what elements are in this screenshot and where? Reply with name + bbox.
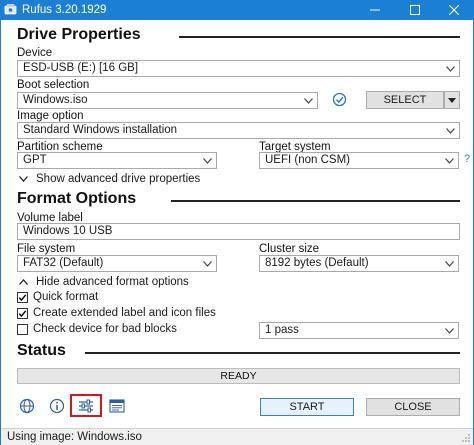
maximize-icon: [410, 5, 420, 15]
caret-down-icon: [448, 98, 456, 103]
select-mode-dropdown-button[interactable]: [444, 91, 460, 109]
log-button[interactable]: [108, 397, 126, 415]
resize-grip-icon[interactable]: [461, 433, 471, 443]
title-bar: Rufus 3.20.1929: [0, 0, 474, 20]
chevron-down-icon: [203, 261, 212, 267]
device-dropdown[interactable]: ESD-USB (E:) [16 GB]: [17, 60, 460, 77]
file-system-label: File system: [17, 243, 76, 255]
about-button[interactable]: [48, 397, 66, 415]
close-window-button[interactable]: [434, 0, 474, 20]
device-label: Device: [17, 47, 53, 59]
chevron-up-icon: [19, 279, 28, 285]
cluster-size-value: 8192 bytes (Default): [265, 257, 369, 269]
status-bar: Using image: Windows.iso: [1, 428, 473, 445]
status-progress-bar: READY: [17, 368, 460, 384]
extended-label-label: Create extended label and icon files: [33, 307, 216, 319]
section-divider: [179, 36, 460, 38]
boot-selection-dropdown[interactable]: Windows.iso: [17, 92, 318, 109]
target-system-value: UEFI (non CSM): [265, 154, 350, 166]
close-icon: [449, 5, 459, 15]
boot-selection-label: Boot selection: [17, 79, 90, 91]
volume-label-input[interactable]: Windows 10 USB: [17, 223, 460, 240]
chevron-down-icon: [446, 66, 455, 72]
chevron-down-icon: [203, 158, 212, 164]
drive-properties-heading: Drive Properties: [17, 26, 141, 43]
help-icon[interactable]: ?: [464, 153, 470, 165]
file-system-dropdown[interactable]: FAT32 (Default): [17, 255, 217, 272]
checkmark-icon: [18, 293, 27, 301]
chevron-down-icon: [304, 98, 313, 104]
window-title: Rufus 3.20.1929: [22, 4, 107, 16]
quick-format-box[interactable]: [17, 291, 28, 303]
cluster-size-dropdown[interactable]: 8192 bytes (Default): [259, 255, 459, 272]
minimize-button[interactable]: [355, 0, 395, 20]
chevron-down-icon: [19, 176, 28, 182]
quick-format-label: Quick format: [33, 291, 99, 303]
status-bar-text: Using image: Windows.iso: [7, 431, 142, 443]
info-icon: [49, 398, 65, 414]
partition-scheme-dropdown[interactable]: GPT: [17, 152, 217, 169]
status-heading: Status: [17, 342, 66, 359]
file-system-value: FAT32 (Default): [23, 257, 104, 269]
status-text: READY: [220, 370, 257, 382]
target-system-dropdown[interactable]: UEFI (non CSM): [259, 152, 459, 169]
partition-scheme-value: GPT: [23, 154, 47, 166]
passes-value: 1 pass: [265, 324, 299, 336]
image-option-value: Standard Windows installation: [23, 124, 178, 136]
settings-highlight-box: [70, 394, 102, 417]
passes-dropdown[interactable]: 1 pass: [259, 322, 459, 339]
start-button[interactable]: START: [260, 398, 354, 416]
verify-checkmark-icon[interactable]: [332, 92, 347, 107]
extended-label-checkbox[interactable]: Create extended label and icon files: [17, 307, 216, 319]
bad-blocks-label: Check device for bad blocks: [33, 323, 177, 335]
boot-selection-value: Windows.iso: [23, 94, 88, 106]
section-divider: [85, 352, 460, 354]
checkmark-icon: [18, 309, 27, 317]
select-image-button[interactable]: SELECT: [366, 91, 444, 109]
close-button[interactable]: CLOSE: [366, 398, 460, 416]
image-option-label: Image option: [17, 110, 84, 122]
globe-icon: [19, 398, 35, 414]
rufus-window: Drive Properties Device ESD-USB (E:) [16…: [0, 20, 474, 445]
chevron-down-icon: [446, 128, 455, 134]
quick-format-checkbox[interactable]: Quick format: [17, 291, 98, 303]
log-icon: [109, 399, 125, 413]
device-value: ESD-USB (E:) [16 GB]: [23, 62, 139, 74]
advanced-drive-toggle-label: Show advanced drive properties: [36, 173, 201, 185]
image-option-dropdown[interactable]: Standard Windows installation: [17, 122, 460, 139]
cluster-size-label: Cluster size: [259, 243, 320, 255]
chevron-down-icon: [445, 261, 454, 267]
extended-label-box[interactable]: [17, 307, 28, 319]
advanced-format-toggle-label: Hide advanced format options: [36, 276, 189, 288]
bad-blocks-checkbox[interactable]: Check device for bad blocks: [17, 323, 177, 335]
bad-blocks-box[interactable]: [17, 323, 28, 335]
advanced-format-toggle[interactable]: Hide advanced format options: [19, 276, 189, 288]
language-button[interactable]: [18, 397, 36, 415]
rufus-app-icon: [4, 4, 17, 15]
advanced-drive-toggle[interactable]: Show advanced drive properties: [19, 173, 200, 185]
section-divider: [171, 200, 460, 202]
minimize-icon: [370, 9, 380, 11]
chevron-down-icon: [445, 158, 454, 164]
format-options-heading: Format Options: [17, 190, 137, 207]
maximize-button[interactable]: [395, 0, 435, 20]
chevron-down-icon: [445, 328, 454, 334]
